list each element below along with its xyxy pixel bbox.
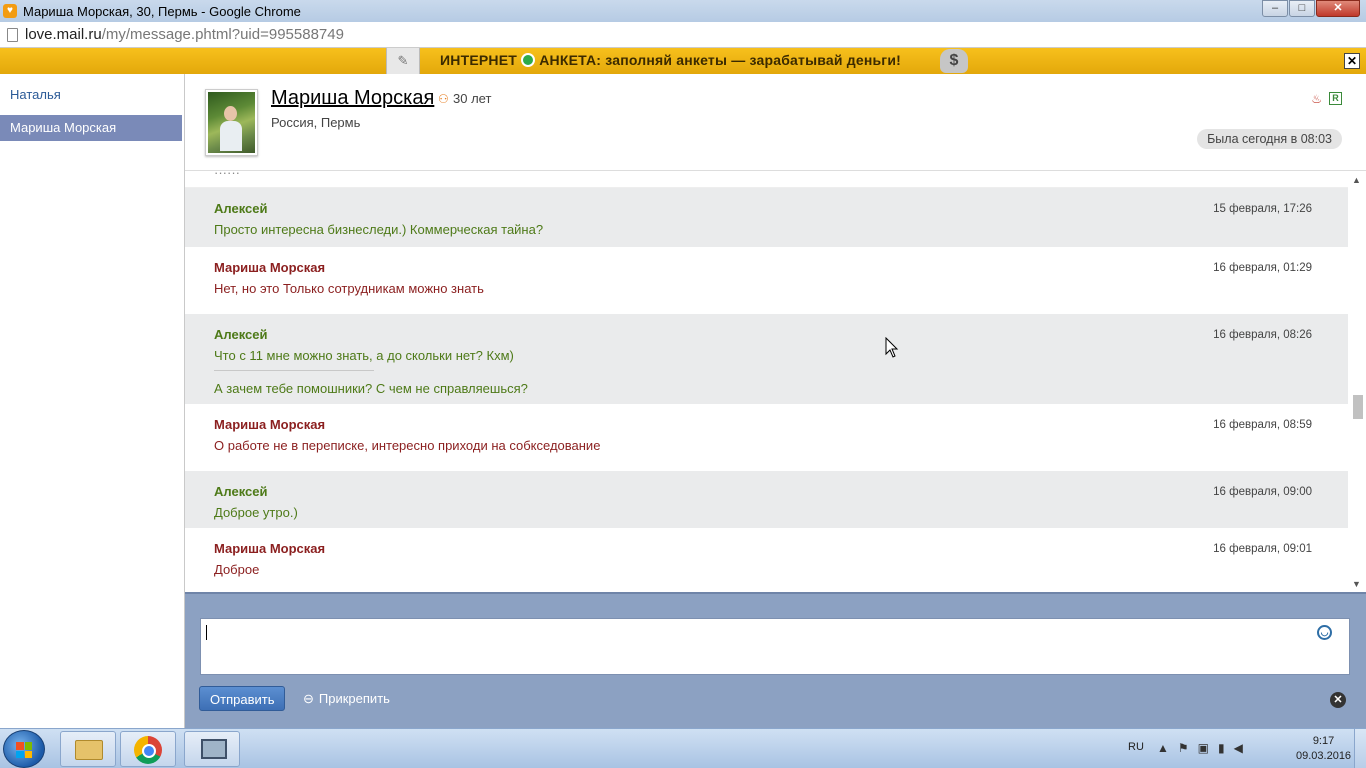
- ad-edit-icon[interactable]: ✎: [386, 48, 420, 74]
- message-author[interactable]: Алексей: [214, 484, 268, 499]
- avatar[interactable]: [205, 89, 258, 156]
- ad-text[interactable]: ИНТЕРНЕТ АНКЕТА: заполняй анкеты — зараб…: [440, 52, 901, 68]
- message-time: 16 февраля, 08:59: [1213, 419, 1312, 431]
- taskbar-explorer[interactable]: [60, 731, 116, 767]
- ad-text-left: ИНТЕРНЕТ: [440, 52, 518, 68]
- r-badge-icon[interactable]: R: [1329, 92, 1342, 105]
- online-status-icon: ⚇: [438, 92, 449, 106]
- message-author[interactable]: Мариша Морская: [214, 541, 325, 556]
- message-item: Алексей 16 февраля, 08:26 Что с 11 мне м…: [185, 314, 1348, 404]
- heart-icon: ♥: [3, 4, 17, 18]
- usb-icon[interactable]: ▣: [1198, 741, 1209, 755]
- maximize-button[interactable]: □: [1289, 0, 1315, 17]
- message-text-continued: А зачем тебе помошники? С чем не справля…: [214, 381, 528, 396]
- action-center-icon[interactable]: ⚑: [1178, 741, 1189, 755]
- gift-icon[interactable]: ♨: [1311, 92, 1322, 106]
- show-hidden-icons-icon[interactable]: ▲: [1157, 741, 1169, 755]
- clock-date: 09.03.2016: [1296, 750, 1352, 762]
- start-button[interactable]: [3, 730, 45, 768]
- message-item: Мариша Морская 16 февраля, 09:01 Доброе: [185, 528, 1348, 592]
- monitor-icon: [201, 739, 227, 759]
- message-scrollbar[interactable]: ▲ ▼: [1348, 171, 1366, 592]
- message-text: Доброе утро.): [214, 505, 298, 520]
- system-tray: ▲ ⚑ ▣ ▮ ◀: [1157, 741, 1243, 755]
- signal-icon[interactable]: ▮: [1218, 741, 1225, 755]
- sidebar-contact-natalya[interactable]: Наталья: [0, 82, 184, 108]
- partially-hidden-message: ······: [185, 171, 1348, 188]
- message-text: Что с 11 мне можно знать, а до скольки н…: [214, 348, 514, 363]
- message-divider: [214, 370, 374, 371]
- message-item: Алексей 16 февраля, 09:00 Доброе утро.): [185, 471, 1348, 528]
- chrome-icon: [134, 736, 162, 764]
- message-text: Просто интересна бизнеследи.) Коммерческ…: [214, 222, 544, 237]
- message-text: О работе не в переписке, интересно прихо…: [214, 438, 601, 453]
- smiley-icon[interactable]: ◡: [1317, 625, 1332, 640]
- profile-age: 30 лет: [453, 91, 492, 106]
- scroll-down-icon[interactable]: ▼: [1352, 579, 1361, 589]
- message-item: Мариша Морская 16 февраля, 01:29 Нет, но…: [185, 247, 1348, 314]
- attach-button[interactable]: ⊘Прикрепить: [300, 689, 390, 707]
- ad-banner[interactable]: ✎ ИНТЕРНЕТ АНКЕТА: заполняй анкеты — зар…: [0, 48, 1366, 74]
- address-bar[interactable]: love.mail.ru/my/message.phtml?uid=995588…: [0, 22, 1366, 48]
- taskbar-remote-desktop[interactable]: [184, 731, 240, 767]
- compose-panel: ◡ Отправить ⊘Прикрепить ✕: [185, 592, 1366, 728]
- message-input[interactable]: ◡: [200, 618, 1350, 675]
- profile-header: Мариша Морская ⚇ 30 лет Россия, Пермь ♨ …: [185, 74, 1366, 171]
- show-desktop-button[interactable]: [1354, 729, 1366, 768]
- ad-dot-icon: [521, 53, 536, 67]
- sidebar-contact-marisha[interactable]: Мариша Морская: [0, 115, 182, 141]
- url-host: love.mail.ru: [25, 26, 102, 43]
- url-path: /my/message.phtml?uid=995588749: [101, 26, 344, 43]
- message-author[interactable]: Алексей: [214, 201, 268, 216]
- close-window-button[interactable]: ✕: [1316, 0, 1360, 17]
- message-text: Нет, но это Только сотрудникам можно зна…: [214, 281, 484, 296]
- money-bag-icon: $: [940, 49, 968, 73]
- windows-taskbar: RU ▲ ⚑ ▣ ▮ ◀ 9:17 09.03.2016: [0, 728, 1366, 768]
- attach-label: Прикрепить: [318, 691, 390, 706]
- partial-message-fragment: ······: [214, 171, 240, 180]
- folder-icon: [75, 740, 103, 760]
- message-author[interactable]: Мариша Морская: [214, 417, 325, 432]
- message-time: 15 февраля, 17:26: [1213, 203, 1312, 215]
- text-caret: [206, 625, 207, 640]
- message-time: 16 февраля, 09:00: [1213, 486, 1312, 498]
- message-text: Доброе: [214, 562, 260, 577]
- message-time: 16 февраля, 08:26: [1213, 329, 1312, 341]
- window-titlebar: ♥ Мариша Морская, 30, Пермь - Google Chr…: [0, 0, 1366, 22]
- mouse-pointer-icon: [885, 337, 899, 358]
- scroll-thumb[interactable]: [1353, 395, 1363, 419]
- windows-logo-icon: [16, 742, 32, 758]
- window-controls: – □ ✕: [1261, 0, 1360, 17]
- message-author[interactable]: Мариша Морская: [214, 260, 325, 275]
- paperclip-icon: ⊘: [299, 689, 318, 708]
- clock-time: 9:17: [1312, 735, 1335, 747]
- window-title: Мариша Морская, 30, Пермь - Google Chrom…: [23, 3, 301, 19]
- banner-close-button[interactable]: ✕: [1344, 53, 1360, 69]
- profile-name-link[interactable]: Мариша Морская: [271, 87, 434, 110]
- ad-text-right: АНКЕТА: заполняй анкеты — зарабатывай де…: [539, 52, 901, 68]
- page-icon: [7, 27, 18, 42]
- taskbar-chrome[interactable]: [120, 731, 176, 767]
- close-compose-icon[interactable]: ✕: [1330, 692, 1346, 708]
- send-button[interactable]: Отправить: [199, 686, 286, 711]
- profile-location: Россия, Пермь: [271, 115, 361, 130]
- message-author[interactable]: Алексей: [214, 327, 268, 342]
- scroll-up-icon[interactable]: ▲: [1352, 175, 1361, 185]
- language-indicator[interactable]: RU: [1128, 741, 1144, 753]
- message-time: 16 февраля, 09:01: [1213, 543, 1312, 555]
- message-item: Мариша Морская 16 февраля, 08:59 О работ…: [185, 404, 1348, 471]
- message-list: ······ Алексей 15 февраля, 17:26 Просто …: [185, 171, 1366, 592]
- volume-icon[interactable]: ◀: [1234, 741, 1243, 755]
- tray-clock[interactable]: 9:17 09.03.2016: [1296, 734, 1351, 764]
- url-text[interactable]: love.mail.ru/my/message.phtml?uid=995588…: [25, 26, 344, 43]
- contacts-sidebar: Наталья Мариша Морская: [0, 74, 185, 728]
- last-seen-badge: Была сегодня в 08:03: [1197, 129, 1342, 149]
- minimize-button[interactable]: –: [1262, 0, 1288, 17]
- message-item: Алексей 15 февраля, 17:26 Просто интерес…: [185, 188, 1348, 247]
- message-time: 16 февраля, 01:29: [1213, 262, 1312, 274]
